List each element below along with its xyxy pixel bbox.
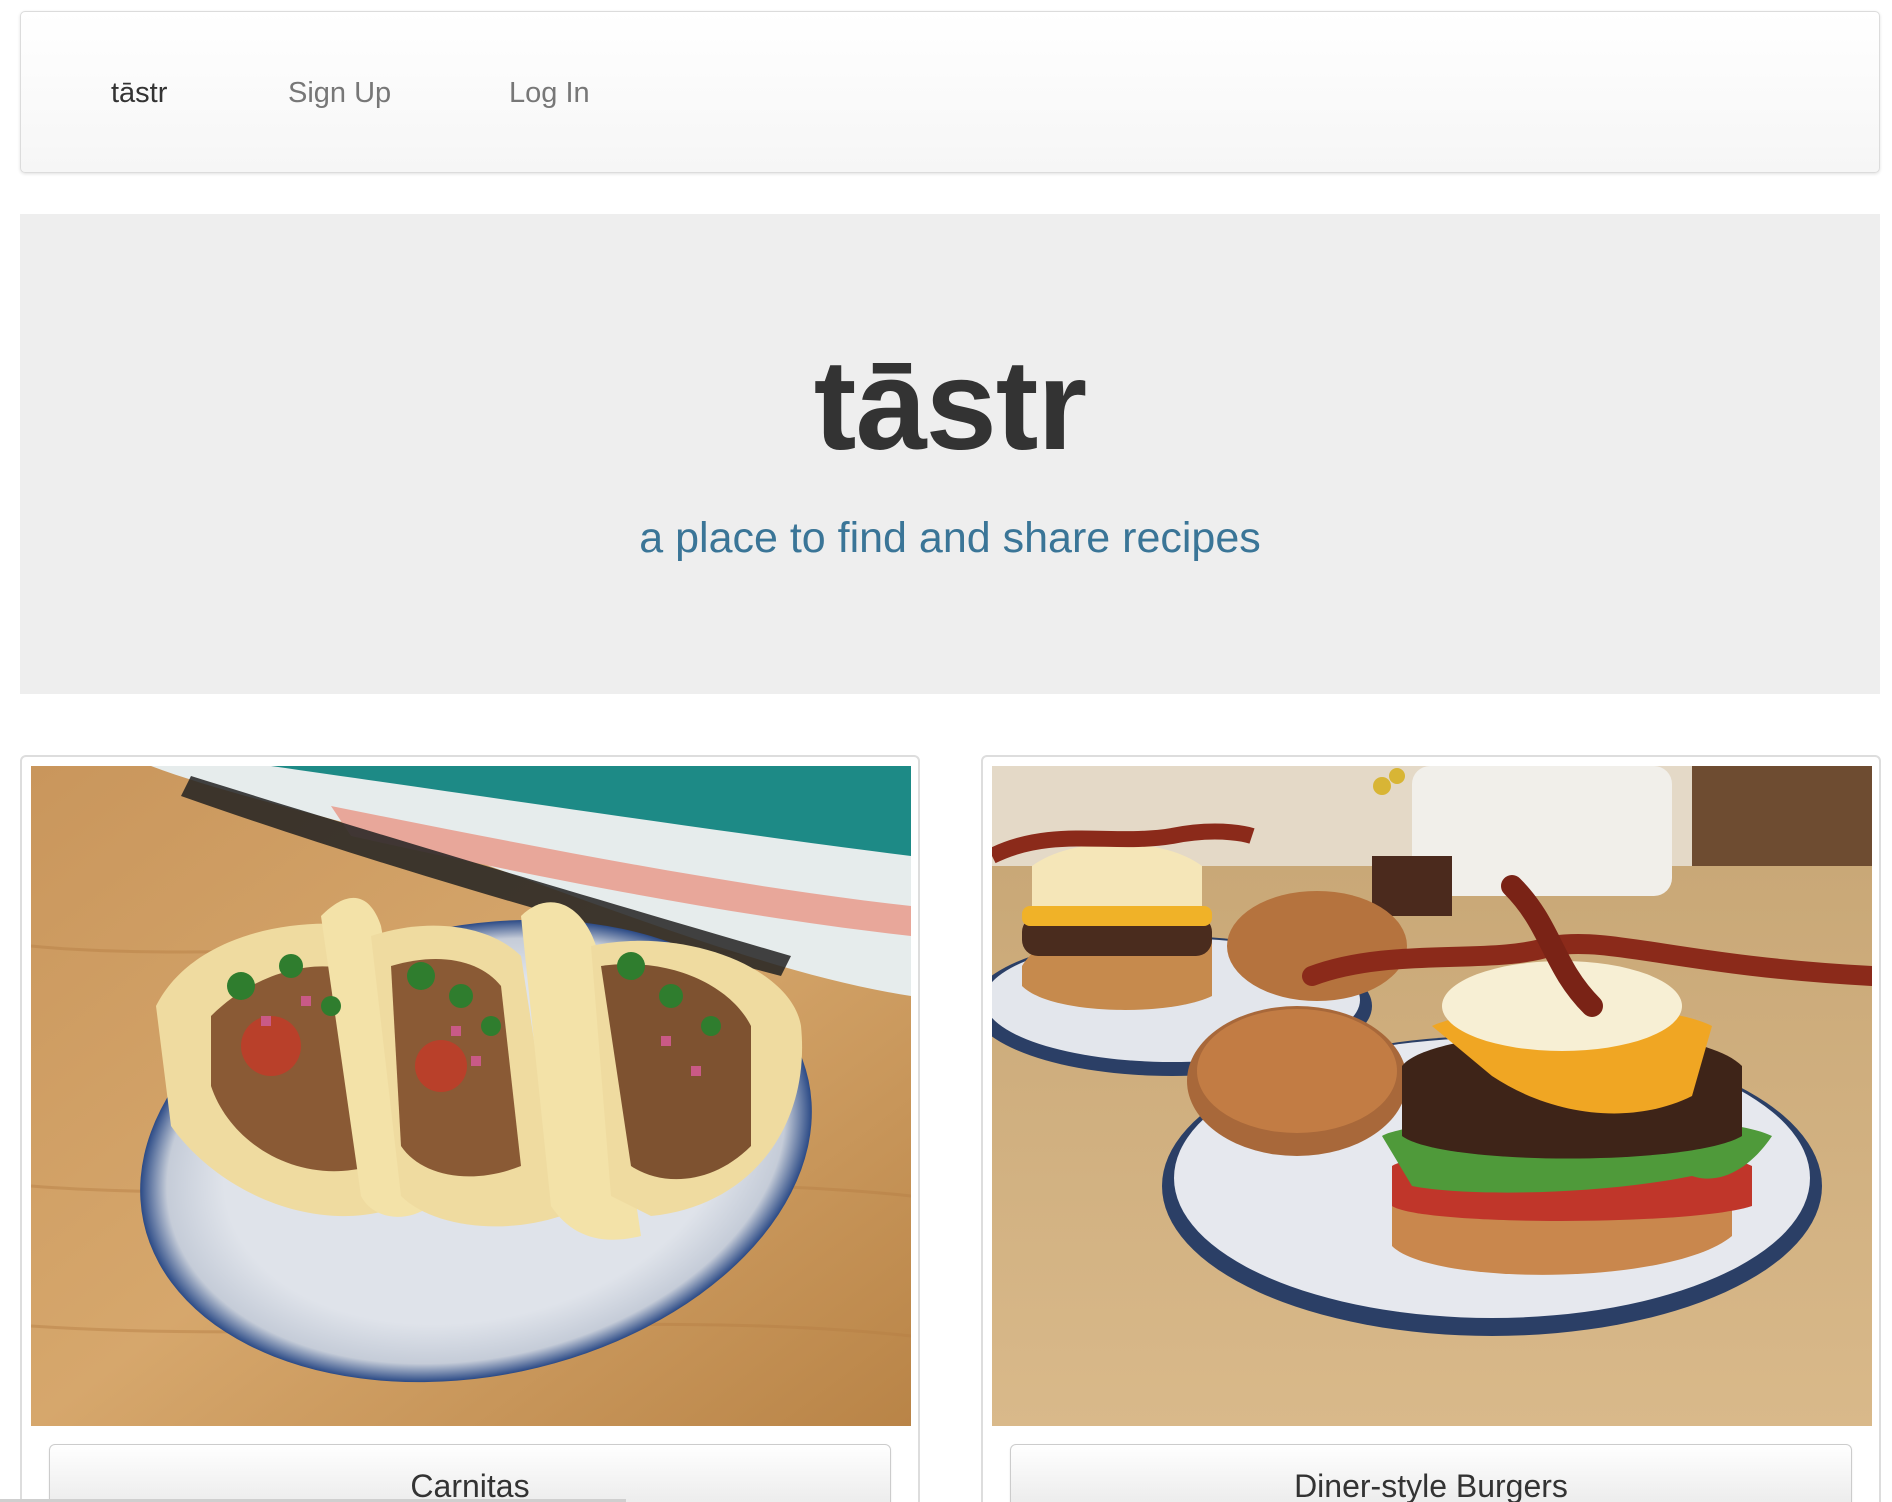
burgers-photo[interactable] <box>992 766 1872 1426</box>
carnitas-title-button[interactable]: Carnitas <box>49 1444 891 1502</box>
hero-jumbotron: tāstr a place to find and share recipes <box>20 214 1880 694</box>
log-in-link[interactable]: Log In <box>509 12 590 174</box>
navbar: tāstr Sign Up Log In <box>20 11 1880 173</box>
hero-title: tāstr <box>813 334 1087 477</box>
sign-up-link[interactable]: Sign Up <box>288 12 391 174</box>
recipe-card-diner-burgers[interactable]: Diner-style Burgers <box>981 755 1881 1502</box>
carnitas-photo[interactable] <box>31 766 911 1426</box>
tacos-photo-illustration <box>31 766 911 1426</box>
navbar-brand-link[interactable]: tāstr <box>111 12 167 174</box>
diner-burgers-title-button[interactable]: Diner-style Burgers <box>1010 1444 1852 1502</box>
burgers-photo-illustration <box>992 766 1872 1426</box>
hero-subtitle: a place to find and share recipes <box>639 514 1261 562</box>
recipe-card-carnitas[interactable]: Carnitas <box>20 755 920 1502</box>
